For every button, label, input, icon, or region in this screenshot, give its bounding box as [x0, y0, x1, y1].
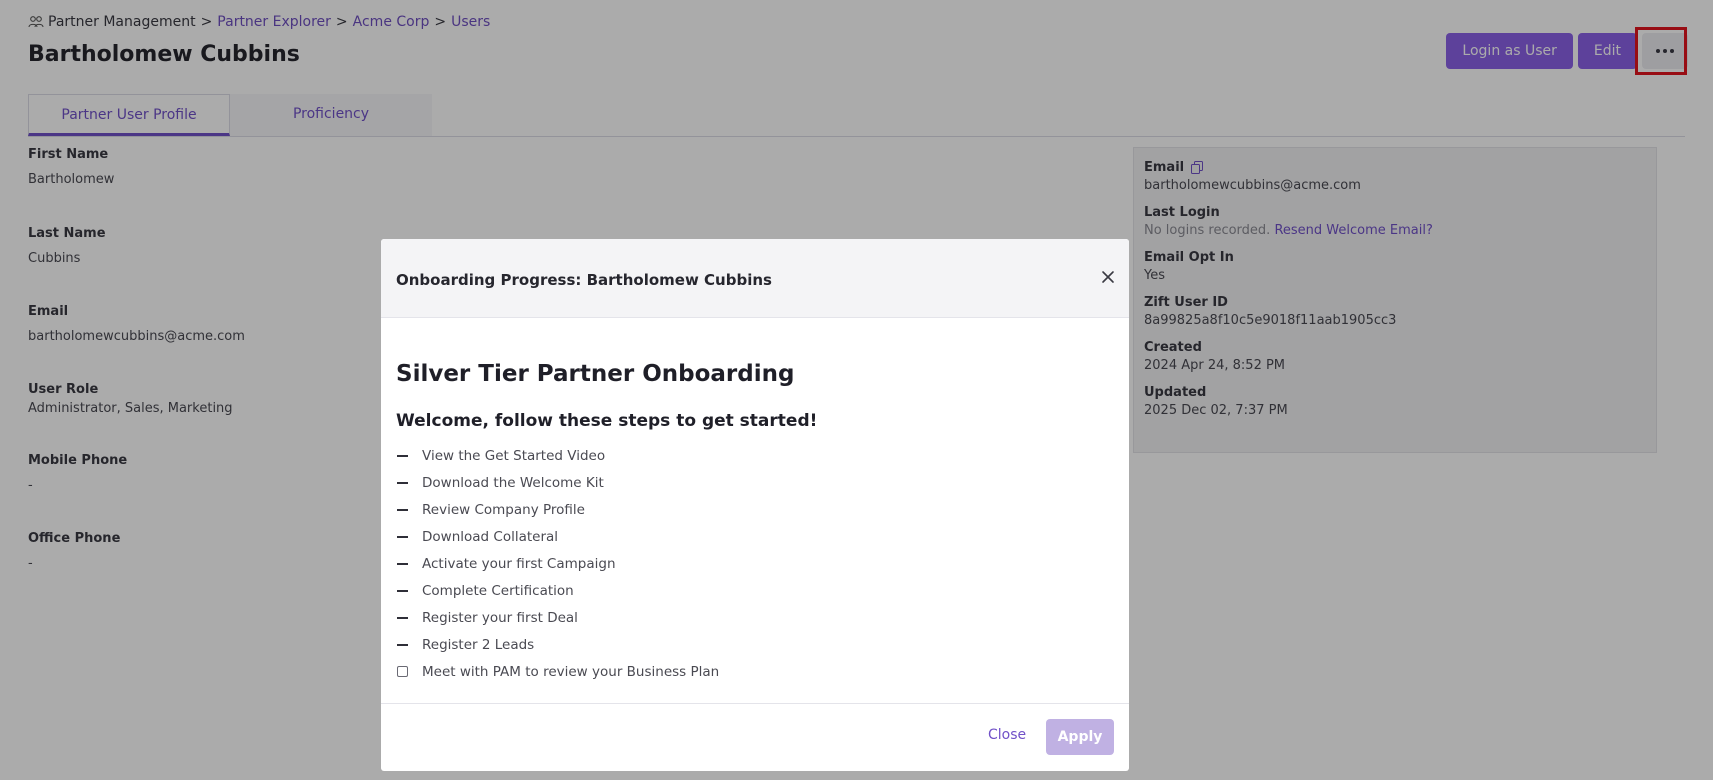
onboarding-step[interactable]: Activate your first Campaign — [396, 550, 1096, 577]
modal-footer: Close Apply — [381, 703, 1129, 771]
onboarding-step[interactable]: Register 2 Leads — [396, 631, 1096, 658]
onboarding-steps: View the Get Started Video Download the … — [396, 442, 1096, 685]
onboarding-step[interactable]: Complete Certification — [396, 577, 1096, 604]
indeterminate-checkbox-icon[interactable] — [397, 535, 408, 538]
step-label: Meet with PAM to review your Business Pl… — [422, 663, 720, 680]
modal-header: Onboarding Progress: Bartholomew Cubbins — [381, 239, 1129, 318]
indeterminate-checkbox-icon[interactable] — [397, 481, 408, 484]
close-icon[interactable] — [1100, 269, 1116, 285]
indeterminate-checkbox-icon[interactable] — [397, 562, 408, 565]
step-label: Complete Certification — [422, 582, 574, 599]
onboarding-step[interactable]: Register your first Deal — [396, 604, 1096, 631]
step-label: Register 2 Leads — [422, 636, 535, 653]
onboarding-heading: Silver Tier Partner Onboarding — [396, 361, 795, 387]
onboarding-subheading: Welcome, follow these steps to get start… — [396, 411, 818, 431]
indeterminate-checkbox-icon[interactable] — [397, 508, 408, 511]
onboarding-step[interactable]: Download Collateral — [396, 523, 1096, 550]
indeterminate-checkbox-icon[interactable] — [397, 589, 408, 592]
modal-title: Onboarding Progress: Bartholomew Cubbins — [396, 271, 772, 289]
step-label: Download the Welcome Kit — [422, 474, 604, 491]
step-label: Activate your first Campaign — [422, 555, 616, 572]
onboarding-progress-modal: Onboarding Progress: Bartholomew Cubbins… — [381, 239, 1129, 771]
step-label: Download Collateral — [422, 528, 559, 545]
indeterminate-checkbox-icon[interactable] — [397, 616, 408, 619]
checkbox[interactable] — [397, 666, 408, 677]
apply-button[interactable]: Apply — [1046, 719, 1114, 755]
step-label: Register your first Deal — [422, 609, 578, 626]
onboarding-step[interactable]: View the Get Started Video — [396, 442, 1096, 469]
onboarding-step[interactable]: Meet with PAM to review your Business Pl… — [396, 658, 1096, 685]
step-label: View the Get Started Video — [422, 447, 606, 464]
close-button[interactable]: Close — [988, 727, 1026, 743]
onboarding-step[interactable]: Review Company Profile — [396, 496, 1096, 523]
indeterminate-checkbox-icon[interactable] — [397, 643, 408, 646]
indeterminate-checkbox-icon[interactable] — [397, 454, 408, 457]
step-label: Review Company Profile — [422, 501, 585, 518]
onboarding-step[interactable]: Download the Welcome Kit — [396, 469, 1096, 496]
